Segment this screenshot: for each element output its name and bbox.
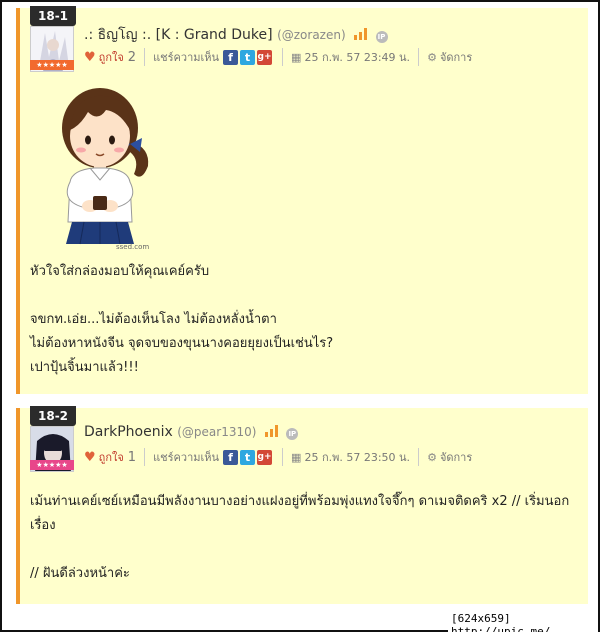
comment-line: หัวใจใส่กล่องมอบให้คุณเคย์ครับ <box>30 264 210 279</box>
author-handle[interactable]: (@pear1310) <box>177 425 256 439</box>
comment-header: .: ธิญโญ :. [K : Grand Duke] (@zorazen) … <box>84 24 388 46</box>
rating-stars: ★★★★★ <box>30 60 74 70</box>
comment-card: 18-1 ★★★★★ .: ธิญโญ :. [K : Grand Duke] … <box>16 6 588 394</box>
divider <box>144 448 146 466</box>
divider <box>418 448 420 466</box>
comment-actions: ♥ ถูกใจ 1 แชร์ความเห็น f t g+ ▦ 25 ก.พ. … <box>84 448 472 466</box>
googleplus-icon[interactable]: g+ <box>257 49 273 65</box>
level-icon <box>264 425 278 437</box>
timestamp: 25 ก.พ. 57 23:50 น. <box>304 451 411 464</box>
twitter-icon[interactable]: t <box>240 49 256 65</box>
like-label: ถูกใจ <box>98 451 124 464</box>
twitter-icon[interactable]: t <box>240 449 256 465</box>
calendar-icon: ▦ <box>291 50 302 64</box>
image-watermark: ssed.com <box>116 243 149 251</box>
divider <box>282 48 284 66</box>
heart-icon: ♥ <box>84 449 96 465</box>
comment-header: DarkPhoenix (@pear1310) IP <box>84 424 299 440</box>
calendar-icon: ▦ <box>291 450 302 464</box>
screenshot-frame: 18-1 ★★★★★ .: ธิญโญ :. [K : Grand Duke] … <box>0 0 600 632</box>
manage-button[interactable]: จัดการ <box>440 48 472 66</box>
googleplus-icon[interactable]: g+ <box>257 449 273 465</box>
comment-body: เม้นท่านเคย์เซย์เหมือนมีพลังงานบางอย่างแ… <box>30 490 569 586</box>
timestamp: 25 ก.พ. 57 23:49 น. <box>304 51 411 64</box>
like-count: 1 <box>127 449 137 465</box>
like-label: ถูกใจ <box>98 51 124 64</box>
comment-card: 18-2 ★★★★★ DarkPhoenix (@pear1310) IP ♥ … <box>16 406 588 604</box>
comment-image: ssed.com <box>50 82 160 252</box>
like-button[interactable]: ♥ ถูกใจ 1 <box>84 448 136 466</box>
author-name[interactable]: .: ธิญโญ :. [K : Grand Duke] <box>84 27 273 43</box>
ip-icon[interactable]: IP <box>375 31 388 43</box>
comment-line: จขกท.เอ่ย...ไม่ต้องเห็นโลง ไม่ต้องหลั่งน… <box>30 312 277 327</box>
like-count: 2 <box>127 49 137 65</box>
comment-line: ไม่ต้องหาหนังจีน จุดจบของขุนนางคอยยุยงเป… <box>30 336 334 351</box>
gear-icon: ⚙ <box>427 50 437 64</box>
ip-icon[interactable]: IP <box>286 428 299 440</box>
level-icon <box>354 28 368 40</box>
rating-stars: ★★★★★ <box>30 460 74 470</box>
author-handle[interactable]: (@zorazen) <box>277 28 346 42</box>
facebook-icon[interactable]: f <box>223 449 239 465</box>
image-host-watermark: [624x659] http://upic.me/ <box>448 610 598 632</box>
manage-button[interactable]: จัดการ <box>440 448 472 466</box>
divider <box>144 48 146 66</box>
share-label: แชร์ความเห็น <box>153 451 220 464</box>
comment-number: 18-1 <box>30 6 77 26</box>
like-button[interactable]: ♥ ถูกใจ 2 <box>84 48 136 66</box>
share-label: แชร์ความเห็น <box>153 51 220 64</box>
comment-line: เปาปุ้นจิ้นมาแล้ว!!! <box>30 360 139 375</box>
divider <box>282 448 284 466</box>
comment-body: หัวใจใส่กล่องมอบให้คุณเคย์ครับ จขกท.เอ่ย… <box>30 260 333 380</box>
comment-actions: ♥ ถูกใจ 2 แชร์ความเห็น f t g+ ▦ 25 ก.พ. … <box>84 48 472 66</box>
gear-icon: ⚙ <box>427 450 437 464</box>
divider <box>418 48 420 66</box>
heart-icon: ♥ <box>84 49 96 65</box>
comment-line: เม้นท่านเคย์เซย์เหมือนมีพลังงานบางอย่างแ… <box>30 494 570 509</box>
comment-number: 18-2 <box>30 406 77 426</box>
author-name[interactable]: DarkPhoenix <box>84 424 173 440</box>
facebook-icon[interactable]: f <box>223 49 239 65</box>
comment-line: เรื่อง <box>30 518 56 533</box>
comment-line: // ฝันดีล่วงหน้าค่ะ <box>30 566 130 581</box>
